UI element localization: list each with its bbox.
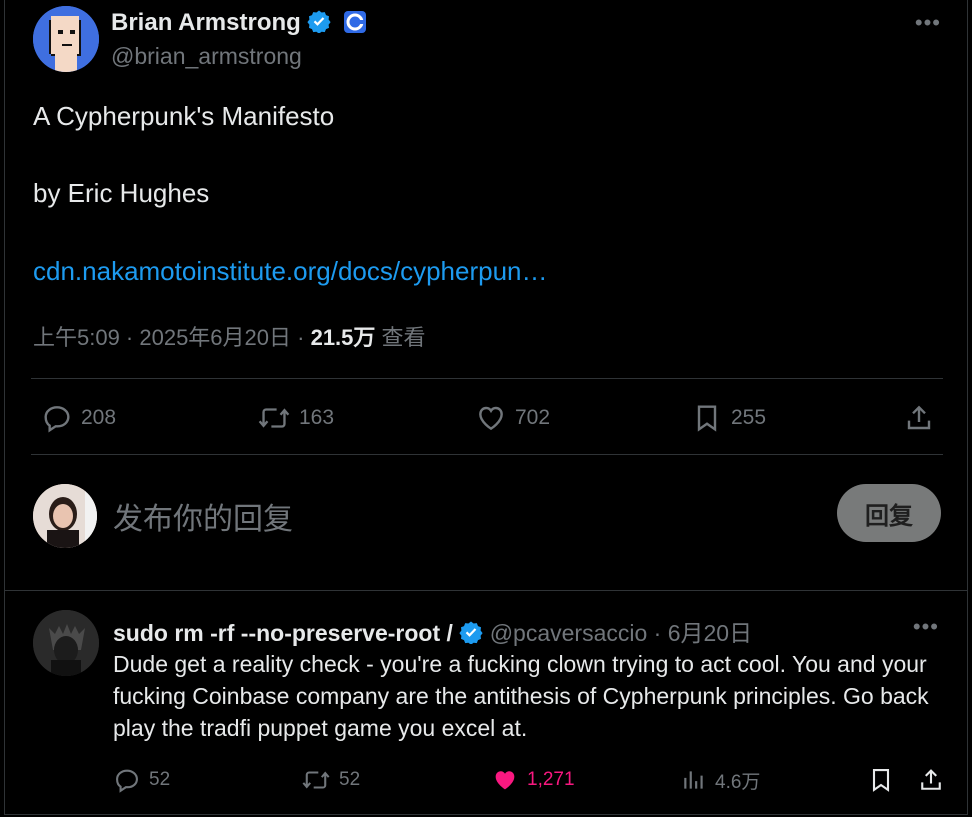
reply-submit-button[interactable]: 回复 [837, 484, 941, 542]
share-icon [921, 769, 941, 790]
heart-filled-icon [495, 771, 515, 790]
share-action[interactable] [903, 402, 943, 434]
like-action[interactable]: 702 [475, 402, 550, 434]
repost-icon [258, 408, 290, 428]
author-handle[interactable]: @brian_armstrong [111, 43, 302, 70]
comment-text: Dude get a reality check - you're a fuck… [113, 651, 929, 741]
repost-action[interactable]: 163 [257, 402, 334, 434]
comment-like-action[interactable]: 1,271 [491, 766, 575, 794]
reply-input[interactable]: 发布你的回复 [113, 494, 293, 538]
repost-icon [302, 771, 330, 789]
comment-reply-action[interactable]: 52 [113, 766, 170, 794]
like-count: 702 [515, 406, 551, 429]
views-chart-icon [684, 771, 703, 789]
comment-author-avatar[interactable] [33, 610, 99, 676]
reply-tweet[interactable]: sudo rm -rf --no-preserve-root / @pcaver… [5, 600, 967, 815]
comment-repost-action[interactable]: 52 [301, 766, 360, 794]
bookmark-count: 255 [731, 406, 767, 429]
post-time[interactable]: 上午5:09 · 2025年6月20日 · [33, 325, 311, 350]
coinbase-affiliate-icon[interactable] [344, 11, 367, 33]
comment-reply-count: 52 [149, 769, 171, 790]
repost-count: 163 [299, 406, 335, 429]
comment-views-action[interactable]: 4.6万 [681, 766, 760, 794]
comment-author-handle[interactable]: @pcaversaccio [490, 620, 648, 646]
post-views-label: 查看 [375, 325, 426, 350]
bookmark-icon [872, 769, 890, 792]
reply-icon [116, 769, 138, 793]
bookmark-icon [697, 405, 717, 432]
share-icon [907, 405, 931, 430]
reply-icon [44, 406, 70, 433]
post-views-count: 21.5万 [310, 325, 376, 350]
verified-badge-icon [459, 620, 483, 650]
author-avatar[interactable] [33, 6, 99, 72]
comment-more-options-icon[interactable]: ••• [913, 614, 939, 640]
author-name[interactable]: Brian Armstrong [111, 9, 301, 36]
tweet-frame: Brian Armstrong @brian_armstrong ••• A C… [4, 0, 968, 815]
comment-repost-count: 52 [339, 769, 361, 790]
comment-header: sudo rm -rf --no-preserve-root / @pcaver… [113, 614, 752, 650]
reply-composer: 发布你的回复 回复 [5, 470, 967, 560]
comment-views-count: 4.6万 [715, 771, 761, 793]
bookmark-action[interactable]: 255 [691, 402, 766, 434]
comment-bookmark-action[interactable] [867, 766, 903, 794]
author-name-line[interactable]: Brian Armstrong [111, 9, 367, 40]
verified-badge-icon [307, 9, 332, 40]
post-link[interactable]: cdn.nakamotoinstitute.org/docs/cypherpun… [33, 256, 548, 287]
heart-icon [479, 406, 503, 431]
post-action-bar: 208 163 702 255 [5, 390, 967, 446]
reply-action[interactable]: 208 [41, 402, 116, 434]
current-user-avatar [33, 484, 97, 548]
divider [31, 378, 943, 379]
comment-author-name[interactable]: sudo rm -rf --no-preserve-root / [113, 620, 453, 646]
reply-count: 208 [81, 406, 117, 429]
post-text-title: A Cypherpunk's Manifesto [33, 101, 335, 131]
main-post: Brian Armstrong @brian_armstrong ••• A C… [5, 0, 967, 591]
post-meta: 上午5:09 · 2025年6月20日 · 21.5万 查看 [33, 320, 426, 352]
comment-action-bar: 52 52 1,271 4.6万 [5, 760, 967, 800]
more-options-icon[interactable]: ••• [915, 10, 941, 36]
divider [31, 454, 943, 455]
post-text-byline: by Eric Hughes [33, 178, 210, 208]
comment-share-action[interactable] [917, 766, 953, 794]
comment-like-count: 1,271 [527, 769, 575, 790]
comment-date[interactable]: · 6月20日 [647, 620, 752, 646]
